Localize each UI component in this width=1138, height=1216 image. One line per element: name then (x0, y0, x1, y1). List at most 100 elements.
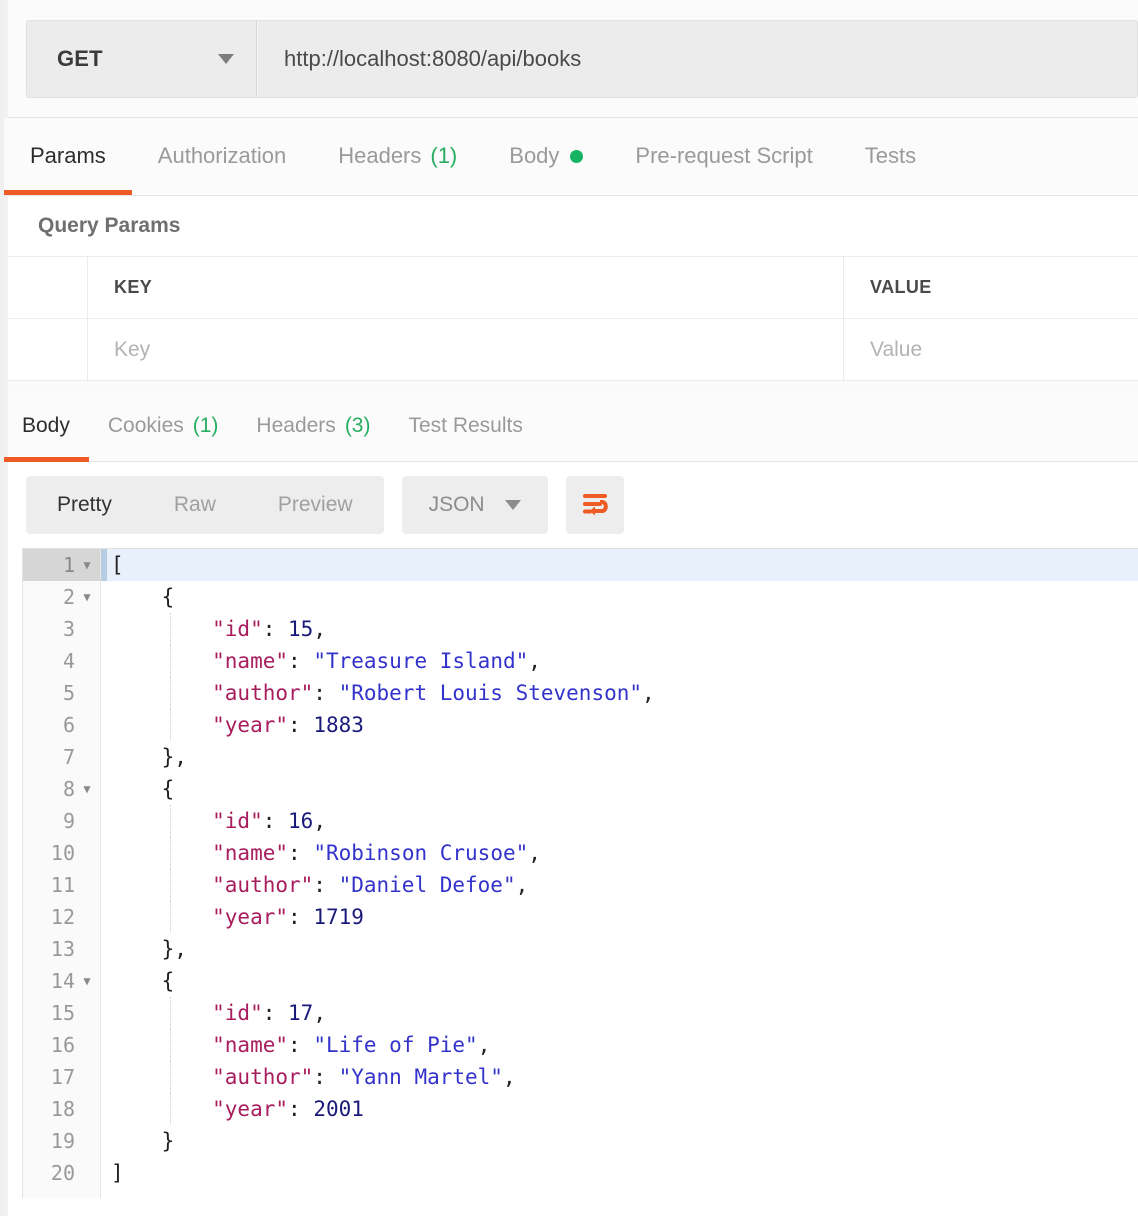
tab-response-cookies[interactable]: Cookies (1) (89, 390, 238, 462)
fold-toggle-icon[interactable]: ▼ (80, 783, 94, 795)
line-number: 16 (50, 1033, 75, 1057)
code-line: "name": "Life of Pie", (101, 1029, 1138, 1061)
json-token-key: "year" (111, 1097, 289, 1121)
code-line: "id": 16, (101, 805, 1138, 837)
json-token-num: 17 (288, 1001, 314, 1025)
tab-test-results-label: Test Results (408, 413, 523, 437)
json-token-punct: }, (111, 937, 187, 961)
response-format-select[interactable]: JSON (401, 476, 548, 534)
line-number: 4 (62, 649, 75, 673)
param-key-input[interactable]: Key (88, 319, 844, 380)
tab-response-headers[interactable]: Headers (3) (237, 390, 389, 462)
tab-pre-request-script-label: Pre-request Script (635, 143, 813, 168)
code-line: [ (101, 549, 1138, 581)
body-view-segmented-control: Pretty Raw Preview (26, 476, 384, 534)
tab-tests[interactable]: Tests (839, 117, 942, 195)
tab-response-headers-label: Headers (256, 413, 336, 437)
param-value-input[interactable]: Value (844, 319, 1138, 380)
view-preview-button[interactable]: Preview (247, 476, 384, 534)
json-token-punct: : (313, 1065, 339, 1089)
chevron-down-icon (504, 500, 521, 510)
line-number: 17 (50, 1065, 75, 1089)
tab-response-body[interactable]: Body (4, 390, 89, 462)
editor-code-area[interactable]: [ { "id": 15, "name": "Treasure Island",… (101, 549, 1138, 1198)
code-line: { (101, 773, 1138, 805)
json-token-str: "Yann Martel" (338, 1065, 503, 1089)
json-token-num: 16 (288, 809, 314, 833)
row-select-checkbox[interactable] (4, 319, 88, 380)
fold-toggle-icon[interactable]: ▼ (80, 591, 94, 603)
response-body-toolbar: Pretty Raw Preview JSON (4, 462, 1138, 548)
json-token-punct: , (528, 841, 541, 865)
tab-response-cookies-count: (1) (192, 413, 219, 437)
view-raw-button[interactable]: Raw (143, 476, 247, 534)
code-line: } (101, 1125, 1138, 1157)
gutter-line-18: 18▼ (23, 1093, 100, 1125)
fold-toggle-icon[interactable]: ▼ (80, 975, 94, 987)
param-key-placeholder: Key (114, 337, 151, 361)
line-number: 7 (62, 745, 75, 769)
view-pretty-button[interactable]: Pretty (26, 476, 143, 534)
line-number: 14 (50, 969, 75, 993)
tab-pre-request-script[interactable]: Pre-request Script (609, 117, 838, 195)
postman-request-response-pane: GET http://localhost:8080/api/books Para… (0, 0, 1138, 1216)
json-token-str: "Treasure Island" (313, 649, 529, 673)
json-token-punct: : (313, 681, 339, 705)
tab-params[interactable]: Params (4, 117, 132, 195)
code-line: "id": 17, (101, 997, 1138, 1029)
gutter-line-17: 17▼ (23, 1061, 100, 1093)
wrap-lines-button[interactable] (565, 476, 624, 534)
json-token-punct: { (111, 777, 175, 801)
gutter-line-7: 7▼ (23, 741, 100, 773)
code-line: "author": "Daniel Defoe", (101, 869, 1138, 901)
chevron-down-icon (218, 53, 234, 64)
line-number: 9 (62, 809, 75, 833)
json-token-punct: , (477, 1033, 491, 1057)
code-line: { (101, 581, 1138, 613)
line-number: 11 (50, 873, 75, 897)
json-token-key: "author" (111, 1065, 314, 1089)
json-token-num: 15 (288, 617, 314, 641)
tab-authorization[interactable]: Authorization (132, 117, 312, 195)
json-token-punct: : (288, 1033, 314, 1057)
wrap-lines-icon (582, 494, 608, 516)
json-token-num: 2001 (313, 1097, 364, 1121)
json-token-num: 1719 (313, 905, 364, 929)
request-url-input[interactable]: http://localhost:8080/api/books (257, 20, 1137, 97)
tab-headers[interactable]: Headers (1) (312, 117, 483, 195)
tab-body[interactable]: Body (483, 117, 609, 195)
json-token-str: "Robert Louis Stevenson" (338, 681, 643, 705)
line-number: 19 (50, 1129, 75, 1153)
json-token-key: "year" (111, 905, 289, 929)
request-tabs: Params Authorization Headers (1) Body Pr… (4, 118, 1138, 196)
http-method-select[interactable]: GET (27, 20, 257, 97)
response-body-code-editor[interactable]: 1▼2▼3▼4▼5▼6▼7▼8▼9▼10▼11▼12▼13▼14▼15▼16▼1… (22, 548, 1138, 1198)
line-number: 10 (50, 841, 75, 865)
tab-body-label: Body (509, 143, 560, 168)
gutter-line-14: 14 ▼ (23, 965, 100, 997)
json-token-punct: : (288, 841, 314, 865)
param-value-placeholder: Value (870, 337, 923, 361)
tab-headers-label: Headers (338, 143, 422, 168)
column-header-key: KEY (88, 257, 844, 318)
json-token-punct: : (288, 649, 314, 673)
code-line: "name": "Treasure Island", (101, 645, 1138, 677)
line-number: 3 (62, 617, 75, 641)
url-input-group: GET http://localhost:8080/api/books (26, 19, 1138, 98)
gutter-line-10: 10▼ (23, 837, 100, 869)
gutter-line-19: 19▼ (23, 1125, 100, 1157)
json-token-punct: : (262, 809, 289, 833)
json-token-punct: , (515, 873, 529, 897)
gutter-line-6: 6▼ (23, 709, 100, 741)
url-bar: GET http://localhost:8080/api/books (4, 0, 1138, 118)
json-token-punct: } (111, 1129, 175, 1153)
fold-toggle-icon[interactable]: ▼ (80, 559, 94, 571)
json-token-punct: { (111, 969, 175, 993)
response-tabs: Body Cookies (1) Headers (3) Test Result… (4, 390, 1138, 462)
json-token-key: "id" (111, 1001, 263, 1025)
gutter-line-11: 11▼ (23, 869, 100, 901)
row-select-column-header (4, 257, 88, 318)
tab-test-results[interactable]: Test Results (389, 390, 541, 462)
tab-authorization-label: Authorization (157, 143, 287, 168)
gutter-line-16: 16▼ (23, 1029, 100, 1061)
